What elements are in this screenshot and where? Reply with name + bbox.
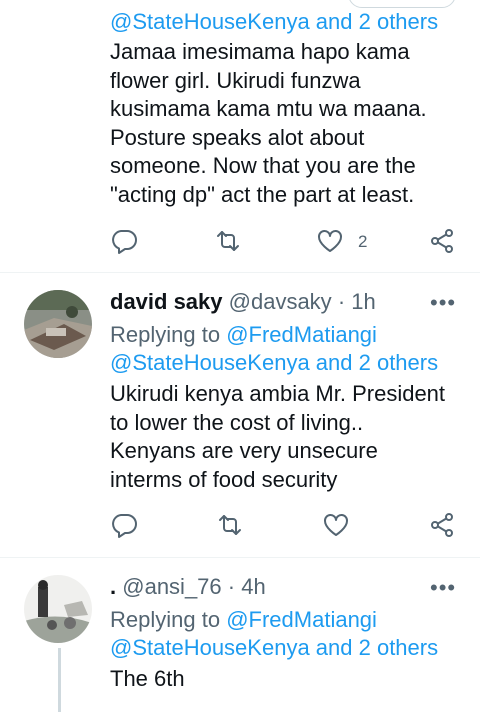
replying-to-label: Replying to	[110, 607, 221, 632]
divider	[0, 557, 480, 558]
tweet-line: interms of food security	[110, 466, 338, 492]
reply-icon[interactable]	[110, 227, 138, 255]
separator-dot: ·	[227, 574, 236, 599]
show-more-pill[interactable]	[348, 0, 456, 8]
divider	[0, 272, 480, 273]
tweet-line: Posture speaks alot about	[110, 124, 365, 150]
tweet-line: Jamaa imesimama hapo kama	[110, 39, 410, 64]
reply-icon[interactable]	[110, 511, 138, 539]
avatar[interactable]	[24, 290, 92, 358]
tweet-line: Ukirudi kenya ambia Mr. President	[110, 381, 446, 406]
tweet-line: flower girl. Ukirudi funzwa	[110, 67, 361, 93]
tweet-body: The 6th	[110, 665, 470, 694]
more-icon[interactable]: •••	[430, 290, 456, 316]
like-icon[interactable]	[316, 227, 344, 255]
tweet-line: "acting dp" act the part at least.	[110, 181, 415, 207]
separator-dot: ·	[337, 289, 346, 314]
tweet-body: Ukirudi kenya ambia Mr. President to low…	[110, 380, 470, 494]
replying-to: Replying to @FredMatiangi	[110, 606, 377, 635]
tweet-line: Kenyans are very unsecure	[110, 438, 378, 463]
timestamp[interactable]: 4h	[241, 574, 265, 599]
like-icon[interactable]	[322, 511, 350, 539]
display-name[interactable]: david saky	[110, 289, 223, 314]
tweet-header: david saky @davsaky · 1h	[110, 288, 376, 316]
tweet-line: kusimama kama mtu wa maana.	[110, 96, 427, 121]
mention-link[interactable]: @StateHouseKenya and 2 others	[110, 349, 438, 378]
tweet-line: to lower the cost of living..	[110, 409, 364, 435]
mention-link[interactable]: @FredMatiangi	[226, 607, 377, 632]
handle[interactable]: @davsaky	[229, 289, 332, 314]
replying-to-link[interactable]: @StateHouseKenya and 2 others	[110, 8, 438, 37]
mention-link[interactable]: @FredMatiangi	[226, 322, 377, 347]
tweet-line: The 6th	[110, 666, 185, 691]
share-icon[interactable]	[428, 227, 456, 255]
replying-to-label: Replying to	[110, 322, 221, 347]
share-icon[interactable]	[428, 511, 456, 539]
handle[interactable]: @ansi_76	[122, 574, 221, 599]
timestamp[interactable]: 1h	[351, 289, 375, 314]
thread-line	[58, 648, 61, 712]
like-count: 2	[358, 232, 368, 251]
replying-to: Replying to @FredMatiangi	[110, 321, 377, 350]
more-icon[interactable]: •••	[430, 575, 456, 601]
avatar[interactable]	[24, 575, 92, 643]
retweet-icon[interactable]	[216, 511, 244, 539]
display-name[interactable]: .	[110, 574, 116, 599]
tweet-body: Jamaa imesimama hapo kama flower girl. U…	[110, 38, 470, 209]
tweet-line: someone. Now that you are the	[110, 153, 416, 178]
mention-link[interactable]: @StateHouseKenya and 2 others	[110, 634, 438, 663]
retweet-icon[interactable]	[214, 227, 242, 255]
tweet-header: . @ansi_76 · 4h	[110, 573, 266, 601]
